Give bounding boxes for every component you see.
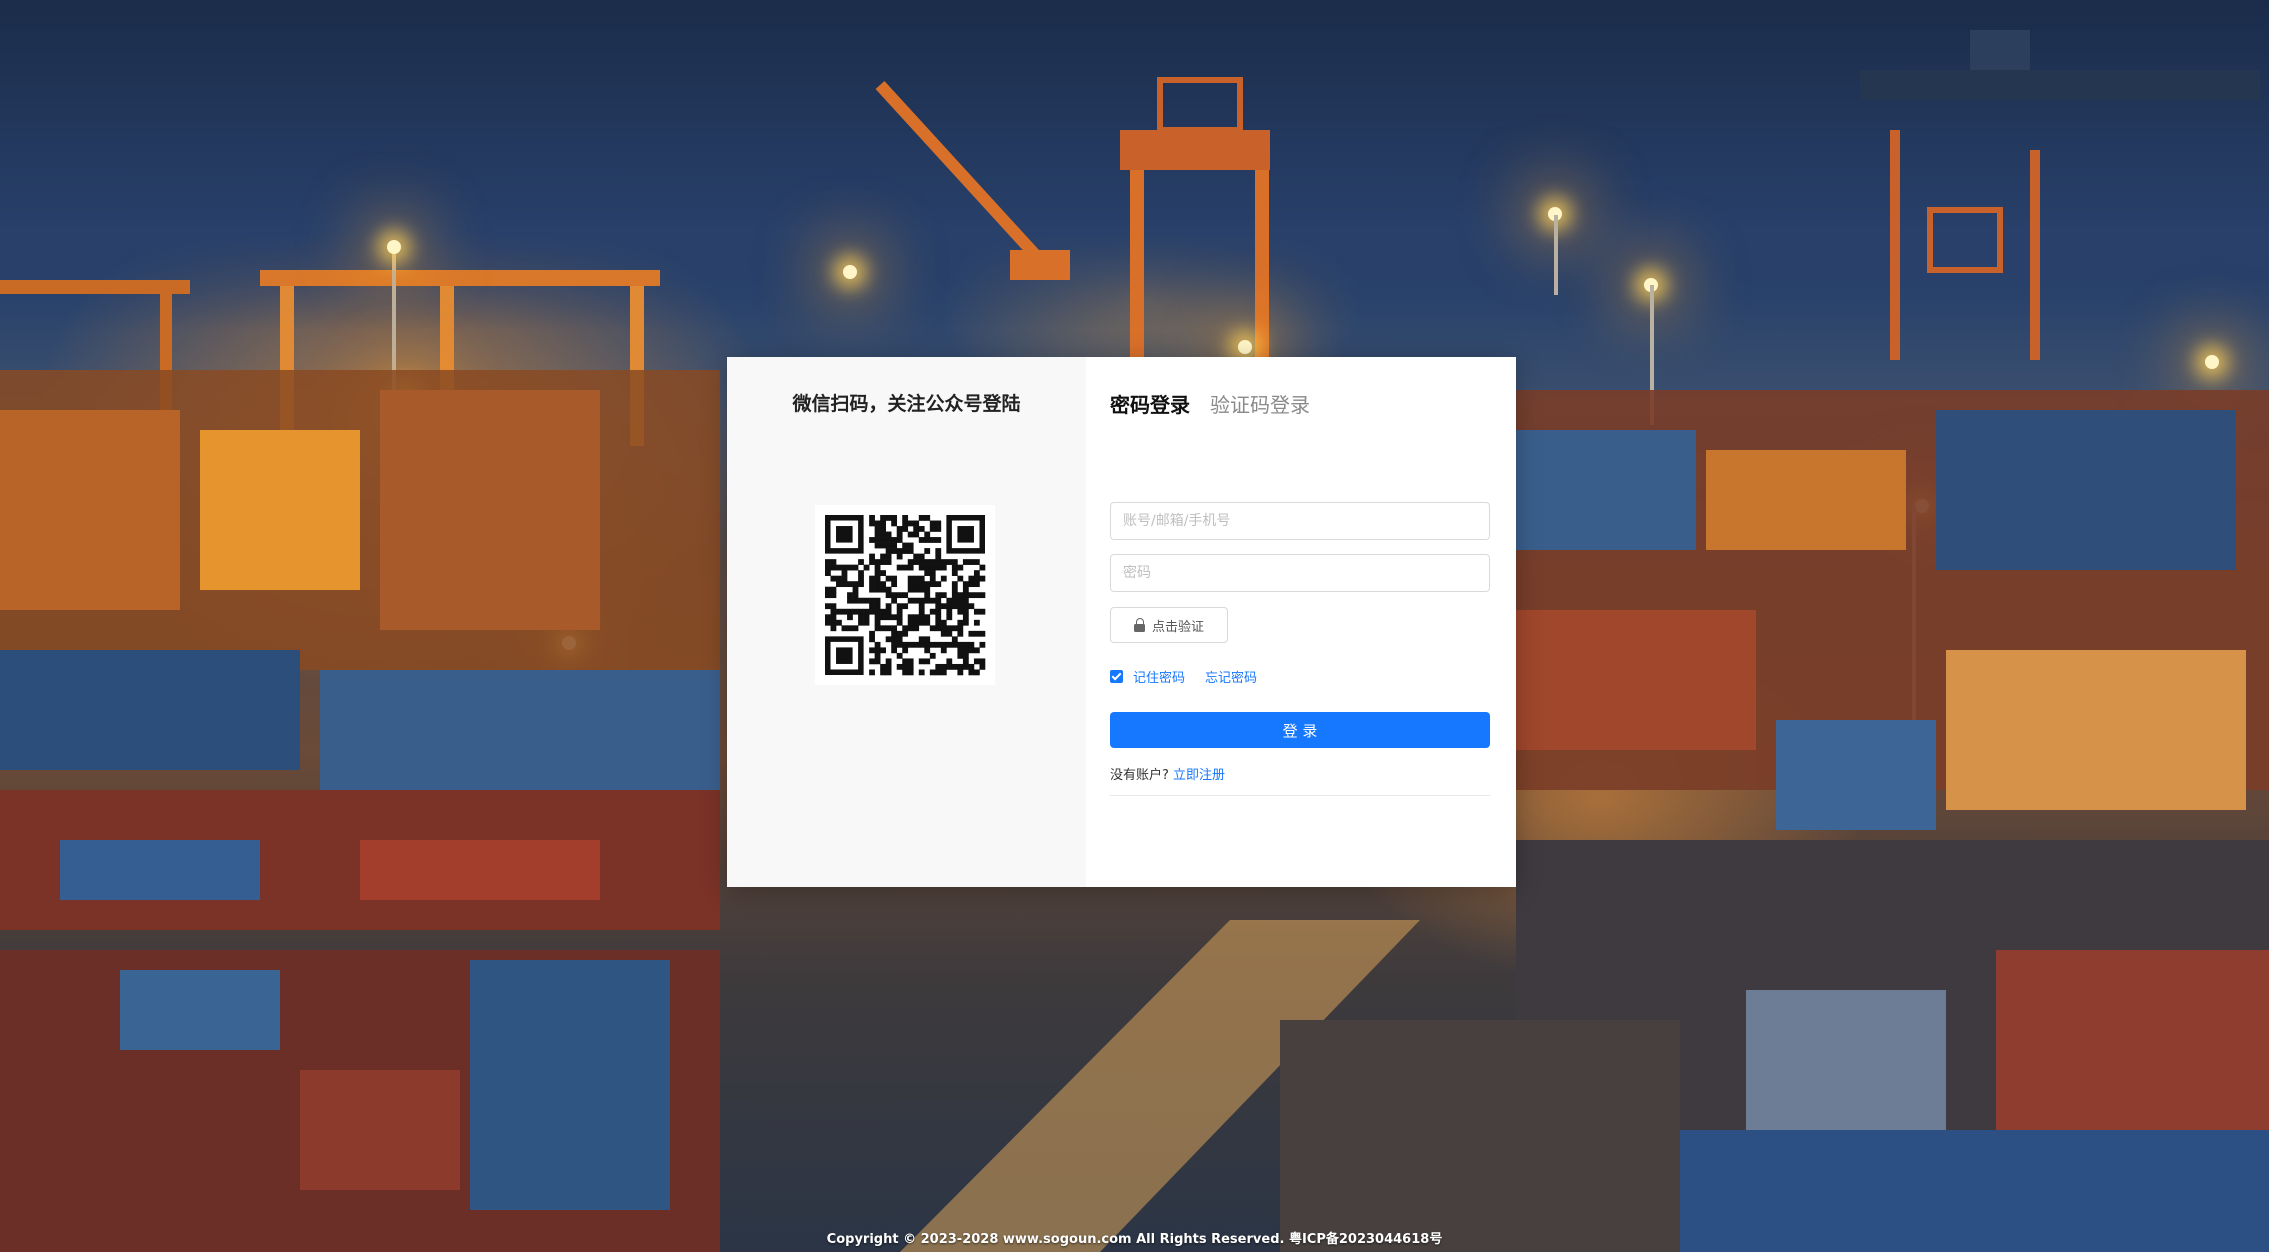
checkbox-checked-icon[interactable] <box>1110 670 1123 683</box>
forgot-password-link[interactable]: 忘记密码 <box>1205 667 1257 686</box>
qr-login-title: 微信扫码，关注公众号登陆 <box>792 393 1021 415</box>
register-prompt: 没有账户? 立即注册 <box>1110 764 1225 783</box>
lock-icon <box>1133 618 1146 632</box>
harbor-crane-right <box>1890 130 2040 360</box>
remember-password-checkbox[interactable]: 记住密码 <box>1110 667 1185 686</box>
verify-button[interactable]: 点击验证 <box>1110 607 1228 643</box>
login-panel: 微信扫码，关注公众号登陆 密码登录 验证码登录 点击验证 记住密码 忘记密码 登… <box>727 357 1516 887</box>
ship-right <box>1860 30 2260 100</box>
tab-password-login[interactable]: 密码登录 <box>1110 389 1190 418</box>
street-lamp <box>2205 355 2219 369</box>
road-lights <box>900 920 1680 1252</box>
login-button[interactable]: 登 录 <box>1110 712 1490 748</box>
password-login-section: 密码登录 验证码登录 点击验证 记住密码 忘记密码 登 录 没有账户? 立即注册 <box>1086 357 1516 887</box>
street-lamp <box>843 265 857 279</box>
street-lamp <box>387 240 401 254</box>
divider <box>1110 795 1490 796</box>
verify-button-label: 点击验证 <box>1151 619 1204 635</box>
login-tabs: 密码登录 验证码登录 <box>1110 389 1310 418</box>
container-stacks-left <box>0 370 720 1252</box>
qr-code-icon <box>815 505 995 685</box>
footer-copyright: Copyright © 2023-2028 www.sogoun.com All… <box>826 1232 1443 1247</box>
register-link[interactable]: 立即注册 <box>1173 768 1225 783</box>
remember-password-label: 记住密码 <box>1133 671 1186 686</box>
light-pole <box>1554 215 1558 295</box>
harbor-crane-center <box>875 77 1270 370</box>
password-input[interactable] <box>1110 554 1490 592</box>
street-lamp <box>1238 340 1252 354</box>
tab-code-login[interactable]: 验证码登录 <box>1210 389 1310 418</box>
qr-login-section: 微信扫码，关注公众号登陆 <box>727 357 1086 887</box>
login-options: 记住密码 忘记密码 <box>1110 667 1257 686</box>
no-account-text: 没有账户? <box>1110 768 1169 783</box>
account-input[interactable] <box>1110 502 1490 540</box>
